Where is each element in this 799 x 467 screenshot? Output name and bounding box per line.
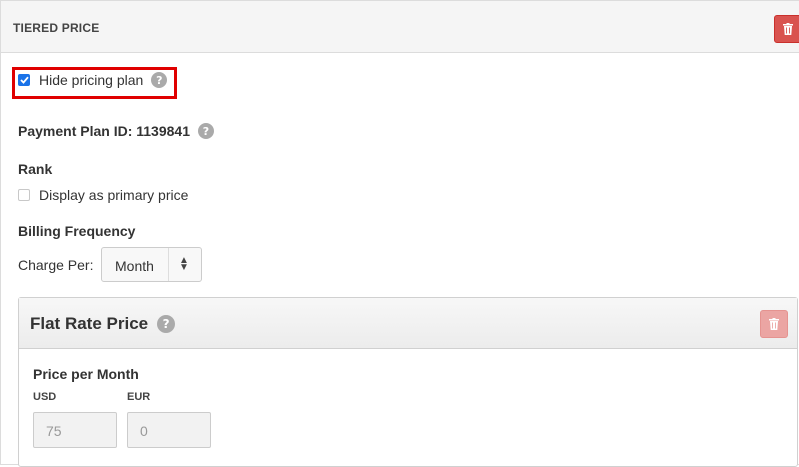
primary-price-row: Display as primary price	[18, 187, 188, 203]
flat-rate-panel: Flat Rate Price ? Price per Month USD 75…	[18, 297, 798, 467]
payment-plan-row: Payment Plan ID: 1139841 ?	[18, 123, 214, 139]
select-divider	[168, 248, 169, 281]
charge-per-value: Month	[115, 258, 154, 274]
help-icon[interactable]: ?	[157, 315, 176, 333]
flat-rate-header: Flat Rate Price ?	[19, 298, 797, 349]
delete-flat-rate-button[interactable]	[760, 310, 788, 338]
usd-label: USD	[33, 391, 57, 403]
delete-tier-button[interactable]	[774, 15, 799, 43]
flat-rate-title-row: Flat Rate Price ?	[30, 314, 176, 334]
usd-price-input[interactable]: 75	[33, 412, 117, 448]
panel-header: TIERED PRICE	[1, 1, 799, 53]
billing-frequency-heading: Billing Frequency	[18, 223, 136, 239]
payment-plan-id: Payment Plan ID: 1139841	[18, 123, 190, 139]
flat-rate-title: Flat Rate Price	[30, 314, 149, 333]
primary-price-label[interactable]: Display as primary price	[39, 187, 188, 203]
eur-price-input[interactable]: 0	[127, 412, 211, 448]
updown-caret-icon: ▲ ▼	[179, 255, 189, 273]
tiered-price-panel: TIERED PRICE Hide pricing plan ? Payment…	[0, 0, 799, 467]
charge-per-select[interactable]: Month ▲ ▼	[101, 247, 202, 282]
trash-icon	[783, 23, 793, 35]
charge-per-label: Charge Per:	[18, 257, 94, 273]
highlight-box	[12, 67, 177, 99]
trash-icon	[769, 318, 779, 330]
rank-heading: Rank	[18, 161, 53, 177]
panel-title: TIERED PRICE	[13, 21, 100, 35]
price-per-month-heading: Price per Month	[33, 366, 139, 382]
eur-label: EUR	[127, 391, 151, 403]
help-icon[interactable]: ?	[198, 123, 214, 139]
primary-price-checkbox[interactable]	[18, 189, 30, 201]
